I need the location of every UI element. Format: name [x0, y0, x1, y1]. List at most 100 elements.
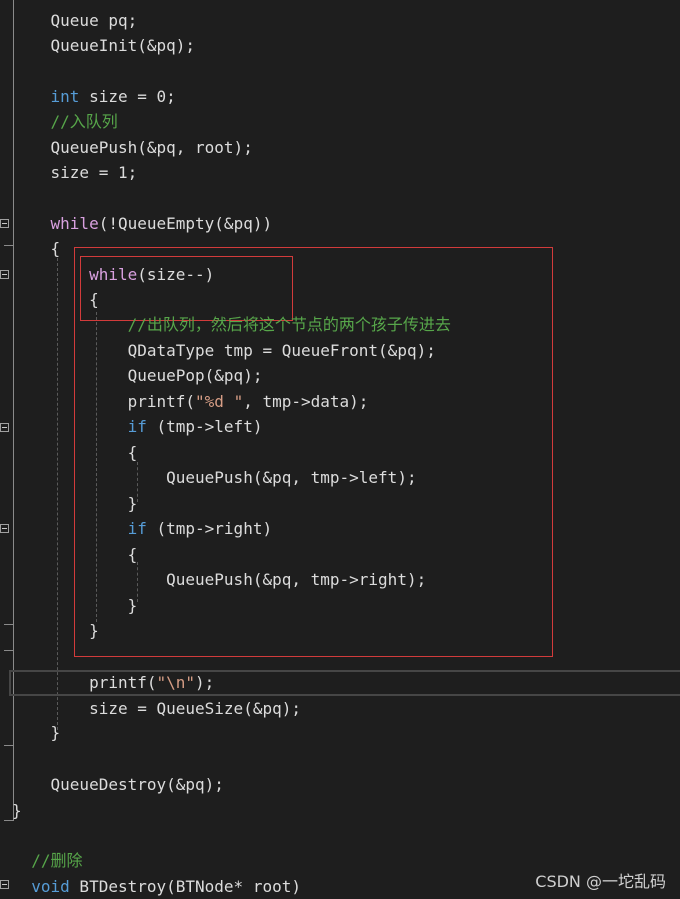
code-line[interactable]: { — [12, 236, 61, 261]
code-line[interactable]: Queue pq; — [12, 8, 138, 33]
code-line[interactable]: { — [12, 542, 138, 567]
code-line[interactable]: //出队列，然后将这个节点的两个孩子传进去 — [12, 312, 451, 337]
code-token: { — [89, 290, 99, 309]
code-token: QueuePop(&pq); — [127, 366, 263, 385]
code-token: size = QueueSize(&pq); — [89, 699, 301, 718]
code-line[interactable]: QueuePop(&pq); — [12, 363, 263, 388]
code-line[interactable]: printf("\n"); — [12, 670, 214, 695]
code-token: { — [50, 239, 61, 258]
code-token: } — [50, 723, 61, 742]
code-token: (!QueueEmpty(&pq)) — [98, 214, 273, 233]
code-line[interactable]: //入队列 — [12, 109, 118, 134]
code-token: "%d " — [195, 392, 244, 411]
code-token: QueueInit(&pq); — [50, 36, 196, 55]
code-token: { — [127, 545, 138, 564]
code-token: } — [127, 494, 138, 513]
code-line[interactable]: } — [12, 593, 138, 618]
fold-tick — [4, 650, 14, 651]
code-token: if — [127, 519, 147, 538]
code-token: QueuePush(&pq, tmp->right); — [166, 570, 427, 589]
code-token: printf( — [89, 673, 157, 692]
code-line[interactable]: } — [12, 720, 61, 745]
code-token: int — [50, 87, 80, 106]
code-token: if — [127, 417, 147, 436]
watermark: CSDN @一坨乱码 — [535, 872, 666, 891]
code-token: "\n" — [156, 673, 196, 692]
code-token: while — [50, 214, 99, 233]
code-token: QDataType tmp = QueueFront(&pq); — [127, 341, 436, 360]
code-token: { — [127, 443, 138, 462]
code-line[interactable]: QueueInit(&pq); — [12, 33, 196, 58]
code-line[interactable]: size = QueueSize(&pq); — [12, 696, 301, 721]
code-token: (tmp->left) — [146, 417, 263, 436]
code-token: while — [89, 265, 138, 284]
code-line[interactable]: { — [12, 440, 138, 465]
code-line[interactable]: void BTDestroy(BTNode* root) — [12, 874, 301, 899]
code-token: QueuePush(&pq, root); — [50, 138, 253, 157]
code-line[interactable]: int size = 0; — [12, 84, 176, 109]
fold-toggle-icon[interactable] — [0, 219, 9, 228]
code-line[interactable]: printf("%d ", tmp->data); — [12, 389, 369, 414]
code-line[interactable]: } — [12, 618, 99, 643]
fold-toggle-icon[interactable] — [0, 270, 9, 279]
code-line[interactable]: //删除 — [12, 848, 83, 873]
code-token: BTDestroy(BTNode* root) — [69, 877, 301, 896]
fold-toggle-icon[interactable] — [0, 524, 9, 533]
code-line[interactable]: if (tmp->right) — [12, 516, 273, 541]
code-token: } — [12, 801, 22, 820]
code-line[interactable]: QueuePush(&pq, tmp->left); — [12, 465, 417, 490]
code-token: printf( — [127, 392, 196, 411]
code-line[interactable]: QDataType tmp = QueueFront(&pq); — [12, 338, 436, 363]
code-line[interactable]: while(size--) — [12, 262, 214, 287]
code-token: QueuePush(&pq, tmp->left); — [166, 468, 417, 487]
code-token: //入队列 — [50, 112, 118, 131]
code-token: size = 0; — [79, 87, 176, 106]
fold-tick — [4, 745, 14, 746]
code-token: //删除 — [31, 851, 83, 870]
code-token: Queue pq; — [50, 11, 138, 30]
code-line[interactable]: } — [12, 798, 22, 823]
code-token: size = 1; — [50, 163, 138, 182]
code-token: QueueDestroy(&pq); — [50, 775, 224, 794]
code-line[interactable]: if (tmp->left) — [12, 414, 263, 439]
code-line[interactable]: while(!QueueEmpty(&pq)) — [12, 211, 273, 236]
fold-toggle-icon[interactable] — [0, 423, 9, 432]
code-line[interactable]: size = 1; — [12, 160, 138, 185]
code-line[interactable]: } — [12, 491, 138, 516]
code-token: } — [127, 596, 138, 615]
code-line[interactable]: QueuePush(&pq, tmp->right); — [12, 567, 426, 592]
code-token: //出队列，然后将这个节点的两个孩子传进去 — [127, 315, 451, 334]
code-line[interactable]: QueueDestroy(&pq); — [12, 772, 224, 797]
code-line[interactable]: QueuePush(&pq, root); — [12, 135, 253, 160]
code-token: void — [31, 877, 70, 896]
fold-toggle-icon[interactable] — [0, 880, 9, 889]
code-editor[interactable]: Queue pq; QueueInit(&pq); int size = 0; … — [0, 0, 680, 899]
code-line[interactable]: { — [12, 287, 99, 312]
